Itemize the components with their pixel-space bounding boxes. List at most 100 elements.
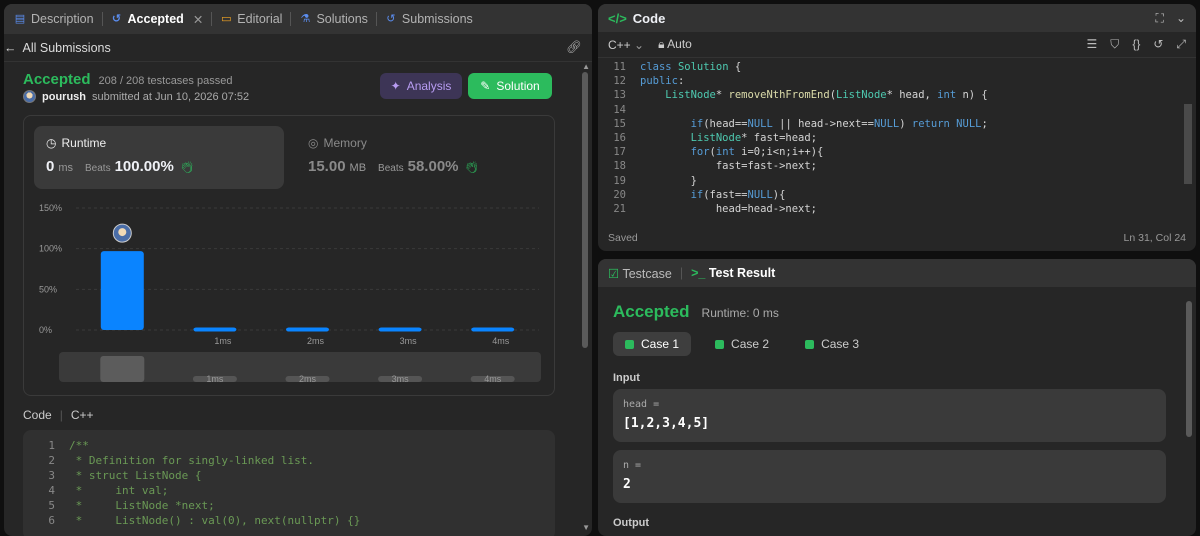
scrollbar[interactable] <box>582 72 588 348</box>
tab-description[interactable]: ▤ Description <box>8 4 100 34</box>
back-link[interactable]: ← All Submissions <box>4 41 111 55</box>
line-number: 17 <box>613 146 626 159</box>
divider <box>290 12 292 26</box>
x-tick-label: 3ms <box>400 336 418 346</box>
editor-line: 12 public: <box>598 74 1196 88</box>
username[interactable]: pourush <box>42 91 86 103</box>
x-tick-label: 4ms <box>492 336 510 346</box>
tab-testcase[interactable]: ☑ Testcase <box>608 266 672 281</box>
submission-panel: ▤ Description ↺ Accepted ✕ ▭ Editorial ⚗… <box>4 4 592 536</box>
flask-icon: ⚗ <box>300 13 311 25</box>
avatar[interactable] <box>23 90 36 103</box>
code-icon: </> <box>608 10 627 26</box>
code-line: 1 /** <box>33 438 545 453</box>
minimize-icon[interactable]: ⌄ <box>1176 11 1186 26</box>
tab-accepted[interactable]: ↺ Accepted ✕ <box>105 4 210 34</box>
line-number: 2 <box>48 454 55 467</box>
line-number: 14 <box>613 103 626 116</box>
close-icon[interactable]: ✕ <box>193 12 203 27</box>
mini-tick-label: 1ms <box>206 374 224 384</box>
scroll-down-icon[interactable]: ▼ <box>582 523 590 532</box>
bookmark-icon[interactable]: ⛉ <box>1110 37 1119 52</box>
code-text: if(head==NULL || head->next==NULL) retur… <box>690 117 988 130</box>
tab-editorial[interactable]: ▭ Editorial <box>214 4 288 34</box>
chart-bar[interactable] <box>286 327 329 332</box>
runtime-box[interactable]: ◷ Runtime 0 ms Beats 100.00% 👏︎ <box>34 126 284 189</box>
line-number: 21 <box>613 203 626 216</box>
code-text: ListNode* fast=head; <box>690 132 818 145</box>
terminal-icon: >_ <box>691 266 706 280</box>
memory-box[interactable]: ◎ Memory 15.00 MB Beats 58.00% 👏︎ <box>296 126 546 189</box>
code-line: 5 * ListNode *next; <box>33 498 545 513</box>
maximize-icon[interactable]: ⛶ <box>1156 11 1164 26</box>
chart-bar[interactable] <box>471 327 515 332</box>
result-status: Accepted Runtime: 0 ms <box>613 302 779 321</box>
history-icon: ↺ <box>111 13 122 25</box>
result-tabs: ☑ Testcase | >_ Test Result <box>598 259 1196 287</box>
check-icon <box>805 339 815 349</box>
case-tab-2[interactable]: Case 2 <box>703 332 781 356</box>
editor-line: 19 } <box>598 174 1196 188</box>
chart-bar[interactable] <box>193 327 237 332</box>
code-editor[interactable]: 11 class Solution {12 public: 13 ListNode* … <box>598 58 1196 218</box>
code-text: head=head->next; <box>640 203 818 216</box>
case-tab-3[interactable]: Case 3 <box>793 332 871 356</box>
performance-card: ◷ Runtime 0 ms Beats 100.00% 👏︎ ◎ Memory… <box>23 115 555 396</box>
mode-toggle[interactable]: 🔒︎ Auto <box>658 37 692 52</box>
result-scrollbar[interactable] <box>1186 301 1192 437</box>
input-label: Input <box>613 372 640 384</box>
clock-icon: ◷ <box>46 136 57 150</box>
code-text: * struct ListNode { <box>69 469 202 482</box>
output-label: Output <box>613 517 650 529</box>
submitted-code[interactable]: 1/** 2 * Definition for singly-linked lis… <box>23 430 555 536</box>
input-n[interactable]: n = 2 <box>613 450 1166 503</box>
code-text: public: <box>640 75 685 88</box>
format-icon[interactable]: ☰ <box>1087 37 1098 52</box>
line-number: 6 <box>48 514 55 527</box>
book-icon: ▭ <box>221 13 232 25</box>
scroll-up-icon[interactable]: ▲ <box>582 62 590 71</box>
input-head[interactable]: head = [1,2,3,4,5] <box>613 389 1166 442</box>
case-tab-1[interactable]: Case 1 <box>613 332 692 356</box>
test-result-panel: ☑ Testcase | >_ Test Result Accepted Run… <box>598 259 1196 536</box>
reset-icon[interactable]: ↺ <box>1153 37 1163 52</box>
code-text: ListNode* removeNthFromEnd(ListNode* hea… <box>665 89 988 102</box>
left-tab-bar: ▤ Description ↺ Accepted ✕ ▭ Editorial ⚗… <box>4 4 592 34</box>
y-tick-label: 100% <box>39 244 62 254</box>
editor-scrollbar[interactable] <box>1184 104 1192 184</box>
analysis-button[interactable]: ✦ Analysis <box>380 73 462 99</box>
tab-solutions[interactable]: ⚗ Solutions <box>293 4 373 34</box>
checkbox-icon: ☑ <box>608 266 620 281</box>
code-line: 4 * int val; <box>33 483 545 498</box>
link-icon[interactable]: 🔗︎ <box>566 40 582 55</box>
editor-line: 11 class Solution { <box>598 60 1196 74</box>
code-text: * Definition for singly-linked list. <box>69 454 315 467</box>
editor-line: 15 if(head==NULL || head->next==NULL) re… <box>598 117 1196 131</box>
tab-test-result[interactable]: >_ Test Result <box>691 266 775 280</box>
range-handle[interactable] <box>100 356 145 382</box>
code-line: 6 * ListNode() : val(0), next(nullptr) {… <box>33 513 545 528</box>
code-text: if(fast==NULL){ <box>690 188 786 201</box>
editor-footer: Saved Ln 31, Col 24 <box>598 225 1196 251</box>
code-text: * ListNode() : val(0), next(nullptr) {} <box>69 514 361 527</box>
clap-icon: 👏︎ <box>179 162 194 174</box>
sparkle-icon: ✦ <box>390 79 401 93</box>
braces-icon[interactable]: {} <box>1132 37 1140 52</box>
language-select[interactable]: C++ ⌄ <box>608 38 644 52</box>
chart-bar[interactable] <box>100 251 144 330</box>
solution-button[interactable]: ✎ Solution <box>468 73 552 99</box>
divider <box>375 12 377 26</box>
code-header: </> Code ⛶ ⌄ <box>598 4 1196 32</box>
submitted-time: submitted at Jun 10, 2026 07:52 <box>92 90 250 103</box>
fullscreen-icon[interactable]: ⤢ <box>1176 37 1186 52</box>
lock-icon: 🔒︎ <box>658 37 665 51</box>
tab-submissions[interactable]: ↺ Submissions <box>379 4 479 34</box>
line-number: 11 <box>613 61 626 73</box>
chart-bar[interactable] <box>378 327 422 332</box>
document-icon: ▤ <box>14 13 26 25</box>
runtime-distribution-chart: 150% 100% 50% 0% 1ms 2ms 3ms 4ms 1ms 2ms 3ms 4ms <box>34 198 549 388</box>
runtime-beats: 100.00% <box>114 158 174 175</box>
editor-line: 18 fast=fast->next; <box>598 159 1196 173</box>
line-number: 19 <box>613 174 626 187</box>
code-editor-panel: </> Code ⛶ ⌄ C++ ⌄ 🔒︎ Auto ☰ ⛉ {} ↺ ⤢ 11… <box>598 4 1196 251</box>
